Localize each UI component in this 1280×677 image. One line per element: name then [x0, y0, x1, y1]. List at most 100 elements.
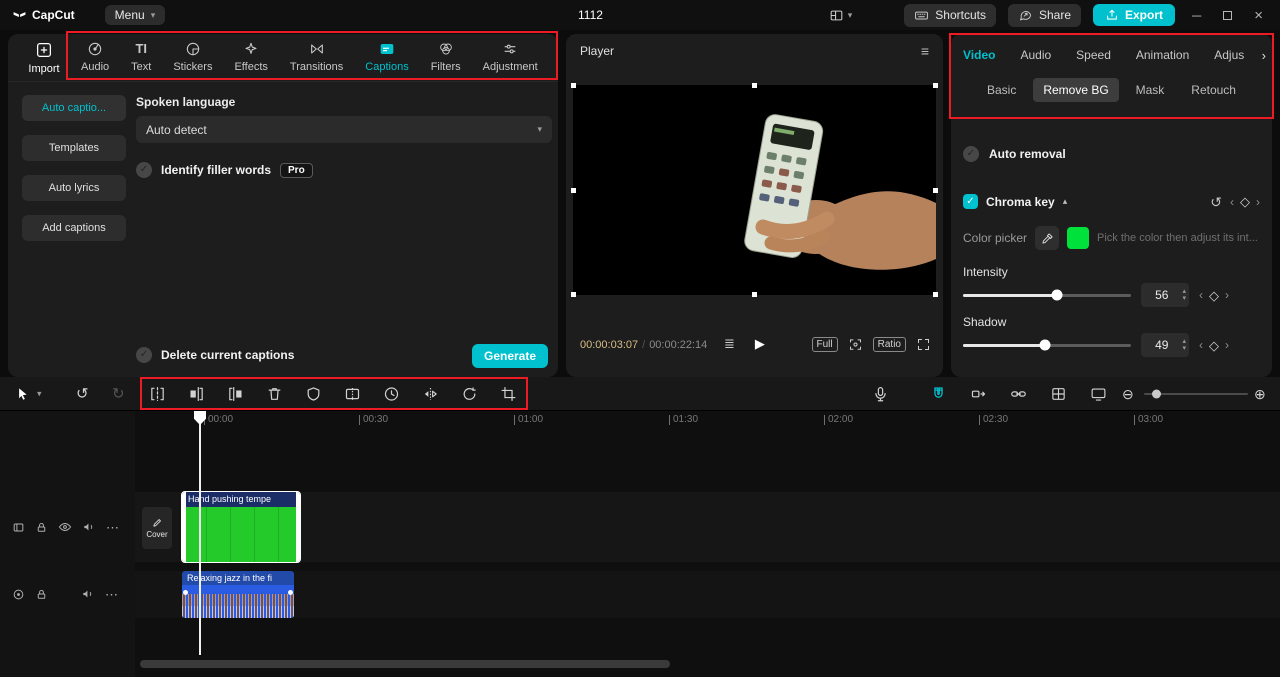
lock-track-icon[interactable]: [35, 588, 48, 601]
next-keyframe-icon[interactable]: ›: [1225, 289, 1229, 301]
subtab-retouch[interactable]: Retouch: [1181, 78, 1246, 102]
prev-keyframe-icon[interactable]: ‹: [1199, 339, 1203, 351]
language-select[interactable]: Auto detect ▾: [136, 116, 552, 143]
shortcuts-button[interactable]: Shortcuts: [904, 3, 996, 27]
subtab-mask[interactable]: Mask: [1126, 78, 1175, 102]
video-track-lane[interactable]: [135, 492, 1280, 562]
chevron-down-icon[interactable]: ▾: [37, 389, 42, 398]
cover-button[interactable]: Cover: [142, 507, 172, 549]
zoom-slider-thumb[interactable]: [1152, 389, 1161, 398]
full-view-button[interactable]: Full: [811, 337, 838, 352]
transform-handle[interactable]: [933, 83, 938, 88]
flip-horizontal-icon[interactable]: [422, 385, 439, 402]
timeline-zoom-slider[interactable]: [1144, 389, 1248, 398]
transform-handle[interactable]: [752, 83, 757, 88]
transform-handle[interactable]: [752, 292, 757, 297]
close-button[interactable]: ×: [1249, 8, 1268, 23]
player-menu-icon[interactable]: ≡: [921, 44, 929, 58]
tab-captions[interactable]: Captions: [354, 41, 419, 73]
speed-icon[interactable]: [383, 385, 400, 402]
generate-button[interactable]: Generate: [472, 344, 548, 368]
mute-track-icon[interactable]: [81, 587, 95, 601]
tabs-overflow-icon[interactable]: ›: [1262, 49, 1266, 62]
delete-icon[interactable]: [266, 385, 283, 402]
tab-audio-settings[interactable]: Audio: [1020, 48, 1051, 62]
add-keyframe-icon[interactable]: ◇: [1209, 339, 1219, 352]
ratio-button[interactable]: Ratio: [872, 337, 906, 352]
auto-removal-checkbox[interactable]: ✓: [963, 146, 979, 162]
rotate-icon[interactable]: [461, 385, 478, 402]
tab-animation[interactable]: Animation: [1136, 48, 1189, 62]
tab-transitions[interactable]: Transitions: [279, 41, 354, 73]
record-voiceover-icon[interactable]: [872, 385, 889, 402]
mirror-icon[interactable]: [344, 385, 361, 402]
sidebar-item-templates[interactable]: Templates: [22, 135, 126, 161]
redo-icon[interactable]: ↻: [112, 386, 125, 401]
split-icon[interactable]: [149, 385, 166, 402]
collapse-icon[interactable]: ▴: [1063, 197, 1068, 206]
track-more-icon[interactable]: ⋯: [106, 521, 119, 534]
crop-icon[interactable]: [500, 385, 517, 402]
focus-icon[interactable]: [848, 337, 863, 352]
sidebar-item-auto-captions[interactable]: Auto captio...: [22, 95, 126, 121]
freeze-icon[interactable]: [305, 385, 322, 402]
record-track-icon[interactable]: [12, 588, 25, 601]
identify-filler-checkbox[interactable]: ✓: [136, 162, 152, 178]
delete-right-icon[interactable]: [227, 385, 244, 402]
tab-effects[interactable]: Effects: [223, 41, 278, 73]
undo-icon[interactable]: ↺: [76, 386, 89, 401]
subtab-basic[interactable]: Basic: [977, 78, 1026, 102]
zoom-out-icon[interactable]: ⊖: [1122, 387, 1134, 401]
delete-captions-checkbox[interactable]: ✓: [136, 347, 152, 363]
tab-adjustment-settings[interactable]: Adjus: [1214, 48, 1244, 62]
prev-keyframe-icon[interactable]: ‹: [1230, 196, 1234, 208]
chroma-key-checkbox[interactable]: ✓: [963, 194, 978, 209]
timeline-scrollbar[interactable]: [140, 660, 670, 668]
transform-handle[interactable]: [933, 292, 938, 297]
sidebar-item-auto-lyrics[interactable]: Auto lyrics: [22, 175, 126, 201]
shadow-value-box[interactable]: 49 ▴ ▾: [1141, 333, 1189, 357]
tab-filters[interactable]: Filters: [420, 41, 472, 73]
sidebar-item-add-captions[interactable]: Add captions: [22, 215, 126, 241]
next-keyframe-icon[interactable]: ›: [1256, 196, 1260, 208]
next-keyframe-icon[interactable]: ›: [1225, 339, 1229, 351]
subtab-remove-bg[interactable]: Remove BG: [1033, 78, 1119, 102]
playhead-line[interactable]: [199, 411, 201, 655]
auto-ripple-icon[interactable]: [970, 385, 987, 402]
tab-audio[interactable]: Audio: [70, 41, 120, 73]
lock-track-icon[interactable]: [35, 521, 48, 534]
intensity-stepper[interactable]: ▴ ▾: [1182, 288, 1186, 302]
eyedropper-button[interactable]: [1035, 226, 1060, 250]
fullscreen-icon[interactable]: [916, 337, 931, 352]
add-keyframe-icon[interactable]: ◇: [1209, 289, 1219, 302]
share-button[interactable]: Share: [1007, 3, 1081, 27]
mute-track-icon[interactable]: [82, 520, 96, 534]
transform-handle[interactable]: [571, 292, 576, 297]
transform-handle[interactable]: [571, 83, 576, 88]
play-button[interactable]: ▶: [755, 337, 765, 350]
add-keyframe-icon[interactable]: ◇: [1240, 195, 1250, 208]
import-button[interactable]: Import: [18, 41, 70, 75]
transform-handle[interactable]: [933, 188, 938, 193]
track-screen-icon[interactable]: [12, 521, 25, 534]
tab-text[interactable]: TI Text: [120, 41, 162, 73]
tab-stickers[interactable]: Stickers: [162, 41, 223, 73]
audio-track-lane[interactable]: [135, 571, 1280, 618]
shadow-slider[interactable]: [963, 339, 1131, 351]
layout-switcher[interactable]: ▾: [829, 8, 852, 23]
delete-left-icon[interactable]: [188, 385, 205, 402]
export-button[interactable]: Export: [1093, 4, 1176, 26]
audio-keyframe-dot[interactable]: [288, 590, 293, 595]
maximize-button[interactable]: [1223, 10, 1233, 20]
tab-speed[interactable]: Speed: [1076, 48, 1111, 62]
linking-icon[interactable]: [1010, 385, 1027, 402]
video-preview[interactable]: [571, 83, 938, 297]
tab-adjustment[interactable]: Adjustment: [472, 41, 549, 73]
play-queue-icon[interactable]: ≣: [724, 337, 735, 350]
chroma-color-swatch[interactable]: [1067, 227, 1090, 249]
track-more-icon[interactable]: ⋯: [105, 588, 118, 601]
preview-axis-icon[interactable]: [1050, 385, 1067, 402]
prev-keyframe-icon[interactable]: ‹: [1199, 289, 1203, 301]
reset-icon[interactable]: ↺: [1210, 195, 1222, 209]
magnetic-main-track-icon[interactable]: [930, 385, 947, 402]
